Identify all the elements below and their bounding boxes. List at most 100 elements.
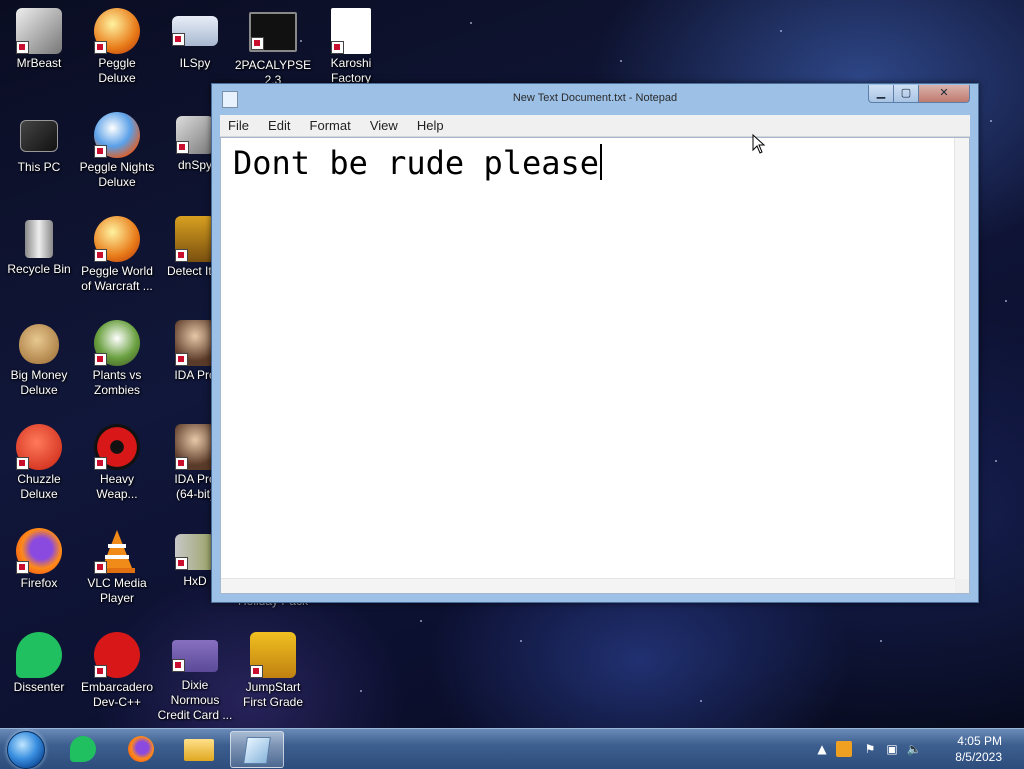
horizontal-scrollbar[interactable] <box>221 578 955 593</box>
desktop-icon-jumpstart[interactable]: JumpStart First Grade <box>234 632 312 710</box>
menu-format[interactable]: Format <box>303 115 358 136</box>
recycle-bin-icon <box>25 220 53 258</box>
desktop-icon-ilspy[interactable]: ILSpy <box>156 8 234 71</box>
desktop-icon-label: Dissenter <box>13 680 65 694</box>
resize-grip[interactable] <box>955 579 969 593</box>
chuzzle-icon <box>16 424 62 470</box>
desktop-icon-mrbeast[interactable]: MrBeast <box>0 8 78 71</box>
desktop-icon-dixie-normous[interactable]: Dixie Normous Credit Card ... <box>156 632 234 723</box>
desktop-icon-label: Chuzzle Deluxe <box>17 472 61 501</box>
tray-app-icon[interactable] <box>836 741 852 757</box>
desktop-icon-label: Heavy Weap... <box>96 472 138 501</box>
desktop-icon-peggle-deluxe[interactable]: Peggle Deluxe <box>78 8 156 86</box>
ida-pro-icon <box>175 424 215 470</box>
mouse-pointer-icon <box>752 133 766 158</box>
firefox-icon <box>16 528 62 574</box>
taskbar-firefox[interactable] <box>116 731 168 766</box>
clock[interactable]: 4:05 PM 8/5/2023 <box>942 733 1002 765</box>
firefox-icon <box>128 736 154 762</box>
menu-edit[interactable]: Edit <box>261 115 297 136</box>
dev-cpp-icon <box>94 632 140 678</box>
notepad-window[interactable]: New Text Document.txt - Notepad ▁ ▢ ✕ Fi… <box>211 83 979 603</box>
jumpstart-icon <box>250 632 296 678</box>
taskbar-file-explorer[interactable] <box>174 731 226 766</box>
desktop-icon-recycle-bin[interactable]: Recycle Bin <box>0 216 78 277</box>
flag-icon[interactable]: ⚑ <box>862 741 878 757</box>
desktop-icon-peggle-wow[interactable]: Peggle World of Warcraft ... <box>78 216 156 294</box>
dissenter-icon <box>70 736 96 762</box>
text-caret <box>600 144 603 180</box>
ilspy-icon <box>172 16 218 46</box>
desktop-icon-vlc[interactable]: VLC Media Player <box>78 528 156 606</box>
desktop-icon-dissenter[interactable]: Dissenter <box>0 632 78 695</box>
desktop-icon-karoshi-factory[interactable]: Karoshi Factory <box>312 8 390 86</box>
menu-bar: File Edit Format View Help <box>220 115 970 137</box>
detect-it-easy-icon <box>175 216 215 262</box>
folder-icon <box>184 739 214 761</box>
desktop-icon-firefox[interactable]: Firefox <box>0 528 78 591</box>
desktop-icon-label: Dixie Normous Credit Card ... <box>157 678 233 722</box>
desktop-icon-chuzzle[interactable]: Chuzzle Deluxe <box>0 424 78 502</box>
peggle-nights-icon <box>94 112 140 158</box>
menu-help[interactable]: Help <box>410 115 451 136</box>
desktop-icon-this-pc[interactable]: This PC <box>0 112 78 175</box>
document-text[interactable]: Dont be rude please <box>233 144 603 182</box>
peggle-icon <box>94 8 140 54</box>
taskbar: ▲ ⚑ ▣ 🔈 4:05 PM 8/5/2023 <box>0 728 1024 769</box>
text-editor-area[interactable]: Dont be rude please <box>220 137 970 594</box>
clock-date: 8/5/2023 <box>955 750 1002 764</box>
taskbar-dissenter[interactable] <box>58 731 110 766</box>
desktop-icon-label: JumpStart First Grade <box>242 680 303 709</box>
minimize-button[interactable]: ▁ <box>868 85 894 103</box>
system-tray: ▲ ⚑ ▣ 🔈 4:05 PM 8/5/2023 <box>814 729 1024 769</box>
desktop-icon-label: Plants vs Zombies <box>92 368 142 397</box>
taskbar-notepad[interactable] <box>230 731 284 768</box>
title-bar[interactable]: New Text Document.txt - Notepad ▁ ▢ ✕ <box>212 84 978 114</box>
desktop-icon-label: Peggle Nights Deluxe <box>79 160 155 189</box>
hxd-icon <box>175 534 215 570</box>
desktop-icon-heavy-weapon[interactable]: Heavy Weap... <box>78 424 156 502</box>
volume-icon[interactable]: 🔈 <box>906 741 922 757</box>
desktop-icon-2pacalypse[interactable]: 2PACALYPSE 2.3 <box>234 8 312 88</box>
desktop-icon-label: Embarcadero Dev-C++ <box>80 680 154 709</box>
menu-file[interactable]: File <box>221 115 256 136</box>
desktop-icon-label: Peggle World of Warcraft ... <box>81 264 153 293</box>
desktop-icon-plants-vs-zombies[interactable]: Plants vs Zombies <box>78 320 156 398</box>
desktop-icon-label: Firefox <box>20 576 58 590</box>
desktop-icon-dev-cpp[interactable]: Embarcadero Dev-C++ <box>78 632 156 710</box>
plants-vs-zombies-icon <box>94 320 140 366</box>
desktop-icon-label: Peggle Deluxe <box>98 56 136 85</box>
radiation-icon <box>94 424 140 470</box>
vertical-scrollbar[interactable] <box>954 138 969 579</box>
network-icon[interactable]: ▣ <box>884 741 900 757</box>
document-icon <box>331 8 371 54</box>
clock-time: 4:05 PM <box>957 734 1002 748</box>
mrbeast-icon <box>16 8 62 54</box>
tray-expand-icon[interactable]: ▲ <box>814 741 830 757</box>
start-button[interactable] <box>7 731 45 769</box>
window-title: New Text Document.txt - Notepad <box>512 92 678 104</box>
desktop-icon-label: Karoshi Factory <box>330 56 372 85</box>
desktop-icon-label: This PC <box>17 160 61 174</box>
desktop-icon-label: Big Money Deluxe <box>10 368 68 397</box>
desktop-icon-peggle-nights[interactable]: Peggle Nights Deluxe <box>78 112 156 190</box>
document-content: Dont be rude please <box>233 144 600 182</box>
terminal-icon <box>249 12 297 52</box>
desktop-icon-label: MrBeast <box>16 56 62 70</box>
dnspy-icon <box>176 116 214 154</box>
computer-icon <box>20 120 58 152</box>
peggle-icon <box>94 216 140 262</box>
desktop-icon-big-money[interactable]: Big Money Deluxe <box>0 320 78 398</box>
credit-card-icon <box>172 640 218 672</box>
ida-pro-icon <box>175 320 215 366</box>
menu-view[interactable]: View <box>363 115 405 136</box>
dissenter-icon <box>16 632 62 678</box>
desktop-icon-label: ILSpy <box>179 56 211 70</box>
money-bag-icon <box>19 324 59 364</box>
desktop-icon-label: VLC Media Player <box>87 576 147 605</box>
maximize-button[interactable]: ▢ <box>893 85 919 103</box>
notepad-icon <box>243 737 271 764</box>
desktop-icon-label: Recycle Bin <box>7 262 71 276</box>
close-button[interactable]: ✕ <box>918 85 970 103</box>
vlc-cone-icon <box>94 528 140 574</box>
